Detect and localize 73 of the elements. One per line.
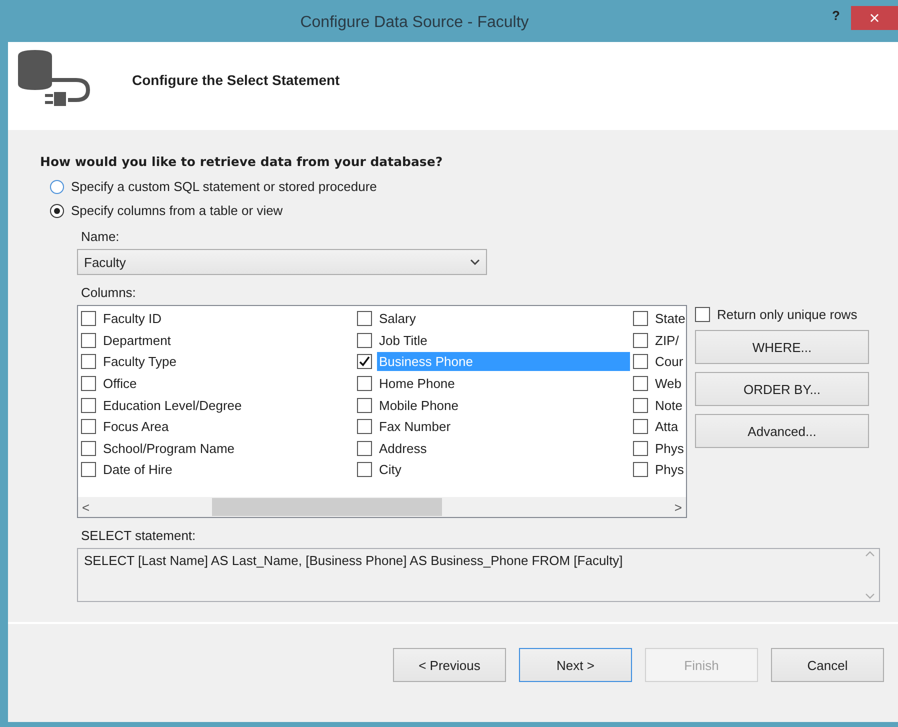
column-item[interactable]: Education Level/Degree [101,396,354,415]
column-item[interactable]: Department [101,330,354,350]
checkbox[interactable] [633,398,648,413]
checkbox[interactable] [81,462,96,478]
query-button[interactable]: ORDER BY... [695,372,869,406]
checkbox[interactable] [357,398,372,413]
checkbox[interactable] [81,419,96,434]
column-item[interactable]: Faculty Type [101,352,354,372]
column-item[interactable]: State [653,309,686,328]
checkbox[interactable] [633,440,648,456]
scroll-thumb[interactable] [212,498,442,516]
column-item[interactable]: Focus Area [101,417,354,436]
checkbox[interactable] [633,462,648,478]
checkbox[interactable] [357,311,372,326]
column-item[interactable]: ZIP/ [653,330,686,350]
radio-label[interactable]: Specify a custom SQL statement or stored procedure [71,179,377,194]
checkbox[interactable] [81,311,96,326]
checkbox[interactable] [357,440,372,456]
checkbox[interactable] [81,332,96,348]
help-button[interactable]: ? [821,8,851,23]
page-heading: Configure the Select Statement [132,72,340,88]
column-item[interactable]: Job Title [377,330,630,350]
checkbox[interactable] [633,354,648,370]
wizard-button[interactable]: Next > [519,648,632,682]
radio-button[interactable] [50,204,64,218]
checkbox[interactable] [357,376,372,392]
checkbox[interactable] [695,307,710,322]
checkbox[interactable] [633,419,648,434]
checkbox[interactable] [81,440,96,456]
close-button[interactable]: × [851,6,898,30]
column-item[interactable]: Date of Hire [101,460,354,480]
column-item[interactable]: Web [653,374,686,394]
query-button[interactable]: Advanced... [695,414,869,448]
wizard-button[interactable]: < Previous [393,648,506,682]
columns-label: Columns: [81,285,137,300]
checkbox[interactable] [357,419,372,434]
checkbox[interactable] [357,354,372,370]
column-item[interactable]: Salary [377,309,630,328]
column-item[interactable]: Cour [653,352,686,372]
column-item[interactable]: Phys [653,460,686,480]
column-item[interactable]: Note [653,396,686,415]
horizontal-scrollbar[interactable]: < > [78,497,686,517]
checkbox[interactable] [633,376,648,392]
column-item[interactable]: Mobile Phone [377,396,630,415]
column-item[interactable]: Atta [653,417,686,436]
query-button[interactable]: WHERE... [695,330,869,364]
column-item[interactable]: Fax Number [377,417,630,436]
checkbox[interactable] [633,332,648,348]
column-item[interactable]: Home Phone [377,374,630,394]
wizard-button[interactable]: Cancel [771,648,884,682]
checkbox[interactable] [81,398,96,413]
column-item[interactable]: School/Program Name [101,438,354,458]
chevron-down-icon [470,259,480,265]
question-text: How would you like to retrieve data from your database? [40,154,444,169]
checkbox[interactable] [357,462,372,478]
checkbox[interactable] [81,376,96,392]
checkbox[interactable] [357,332,372,348]
scroll-right-button[interactable]: > [674,500,682,514]
window-title: Configure Data Source - Faculty [299,13,530,32]
name-dropdown[interactable]: Faculty [77,249,487,275]
checkbox[interactable] [633,311,648,326]
column-item[interactable]: Phys [653,438,686,458]
column-item[interactable]: Address [377,438,630,458]
select-statement-label: SELECT statement: [81,528,197,543]
name-label: Name: [81,229,120,244]
column-item[interactable]: City [377,460,630,480]
column-item[interactable]: Faculty ID [101,309,354,328]
column-item[interactable]: Office [101,374,354,394]
scroll-left-button[interactable]: < [82,500,90,514]
radio-button[interactable] [50,180,64,194]
checkbox[interactable] [81,354,96,370]
radio-label[interactable]: Specify columns from a table or view [71,203,283,218]
checkbox-label[interactable]: Return only unique rows [717,307,858,322]
